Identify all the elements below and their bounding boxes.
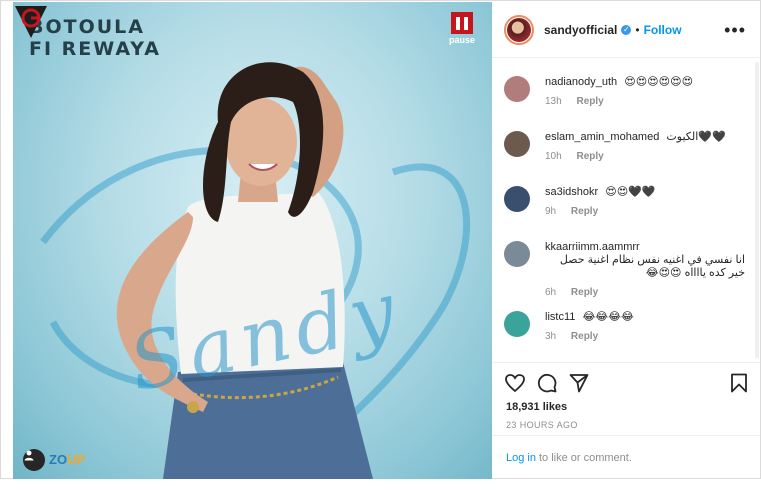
post-actions: 18,931 likes 23 HOURS AGO xyxy=(492,362,760,430)
heart-icon[interactable] xyxy=(504,372,526,394)
verified-badge-icon: ✓ xyxy=(621,24,632,35)
comment-text-row: nadianody_uth 😍😍😍😍😍😍 xyxy=(545,76,745,89)
comment-text-row: kkaarriimm.aammrr انا نفسي في اغنيه نفس … xyxy=(545,241,745,280)
comment-meta: 9h Reply xyxy=(545,206,745,217)
post-sidebar: sandyofficial ✓ • Follow ••• nadianody_u… xyxy=(492,2,760,479)
likes-count[interactable]: 18,931 likes xyxy=(492,401,760,413)
comment-time: 3h xyxy=(545,331,557,342)
reply-button[interactable]: Reply xyxy=(571,331,598,342)
up-logo-part-a: ZO xyxy=(49,452,68,467)
login-text: to like or comment. xyxy=(538,451,632,464)
reply-button[interactable]: Reply xyxy=(571,206,598,217)
login-link[interactable]: Log in xyxy=(506,452,536,464)
comment-username[interactable]: eslam_amin_mohamed xyxy=(545,131,659,143)
post-timestamp: 23 HOURS AGO xyxy=(506,420,578,430)
comment-meta: 13h Reply xyxy=(545,96,745,107)
comment-avatar[interactable] xyxy=(504,76,530,102)
avatar[interactable] xyxy=(504,14,534,45)
comment-text: 😂😂😂😂 xyxy=(582,311,634,323)
share-icon[interactable] xyxy=(568,372,590,394)
follow-button[interactable]: Follow xyxy=(644,23,682,37)
comment-time: 13h xyxy=(545,96,562,107)
comments-scrollbar[interactable] xyxy=(755,62,759,358)
comment-text-row: listc11 😂😂😂😂 xyxy=(545,311,745,324)
comment-text: الكيوت🖤🖤 xyxy=(666,131,726,143)
comment-time: 9h xyxy=(545,206,557,217)
pause-logo: pause xyxy=(444,12,480,45)
more-icon[interactable]: ••• xyxy=(724,21,746,39)
comment-meta: 10h Reply xyxy=(545,151,745,162)
comment-text: 😍😍😍😍😍😍 xyxy=(624,76,694,88)
comment-username[interactable]: sa3idshokr xyxy=(545,186,598,198)
comment-avatar[interactable] xyxy=(504,186,530,212)
post-username[interactable]: sandyofficial xyxy=(544,23,617,37)
comment-text-row: sa3idshokr 😍😍🖤🖤 xyxy=(545,186,745,199)
comment-text-row: eslam_amin_mohamed الكيوت🖤🖤 xyxy=(545,131,745,144)
reply-button[interactable]: Reply xyxy=(576,96,603,107)
comment-avatar[interactable] xyxy=(504,311,530,337)
post-image[interactable]: BOTOULA FI REWAYA pause Sandy ZOUP xyxy=(13,2,492,479)
comments-list[interactable]: nadianody_uth 😍😍😍😍😍😍 13h Reply eslam_ami… xyxy=(492,59,760,362)
action-icons xyxy=(492,363,760,403)
cover-artwork xyxy=(40,62,471,479)
pause-icon xyxy=(451,12,473,34)
login-bar: Log in to like or comment. xyxy=(492,435,760,479)
bookmark-icon[interactable] xyxy=(728,372,750,394)
comment-username[interactable]: nadianody_uth xyxy=(545,76,617,88)
reply-button[interactable]: Reply xyxy=(576,151,603,162)
comment-avatar[interactable] xyxy=(504,241,530,267)
comment-time: 6h xyxy=(545,287,557,298)
g-logo-icon xyxy=(15,6,47,38)
comment-avatar[interactable] xyxy=(504,131,530,157)
comment-username[interactable]: listc11 xyxy=(545,311,575,323)
comment-meta: 3h Reply xyxy=(545,331,745,342)
user-tag-icon[interactable] xyxy=(23,449,45,471)
comment-meta: 6h Reply xyxy=(545,287,745,298)
post-header: sandyofficial ✓ • Follow ••• xyxy=(492,2,760,58)
separator-dot: • xyxy=(635,22,640,37)
comment-icon[interactable] xyxy=(536,372,558,394)
up-logo-part-b: UP xyxy=(67,452,86,467)
comment-username[interactable]: kkaarriimm.aammrr xyxy=(545,241,640,253)
up-logo: ZOUP xyxy=(49,452,85,467)
comment-time: 10h xyxy=(545,151,562,162)
comment-text: انا نفسي في اغنيه نفس نظام اغنية حصل خير… xyxy=(559,254,745,279)
pause-logo-label: pause xyxy=(448,35,475,45)
post-frame: BOTOULA FI REWAYA pause Sandy ZOUP sandy… xyxy=(0,0,761,479)
comment-text: 😍😍🖤🖤 xyxy=(605,186,656,198)
reply-button[interactable]: Reply xyxy=(571,287,598,298)
